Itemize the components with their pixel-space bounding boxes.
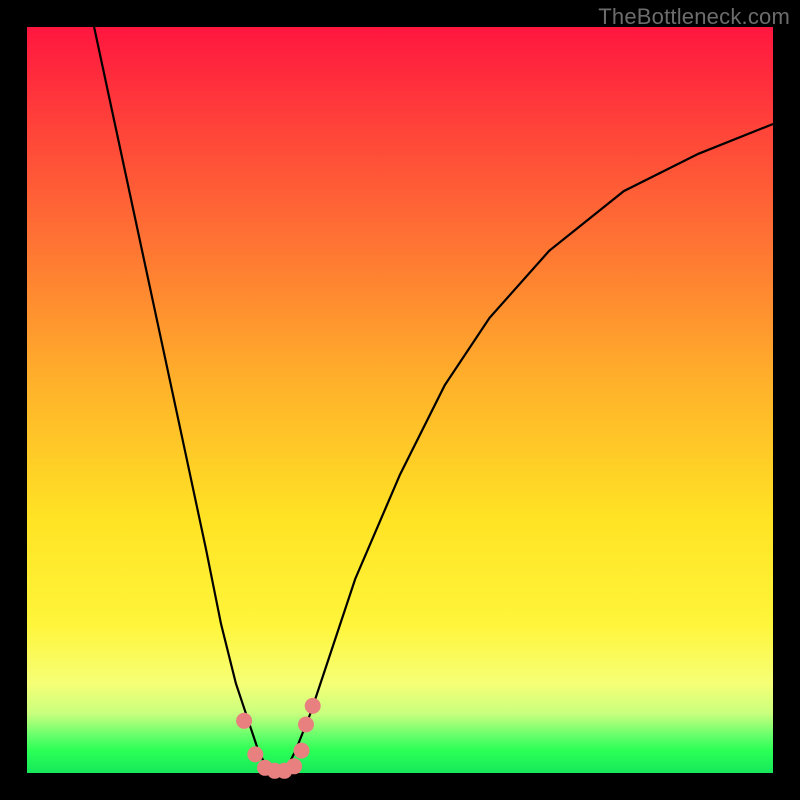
highlight-dot [305,698,321,714]
chart-outer-frame: TheBottleneck.com [0,0,800,800]
highlight-dot [286,758,302,774]
chart-plot-area [27,27,773,773]
highlight-dot [236,713,252,729]
highlight-dot [298,717,314,733]
chart-svg [27,27,773,773]
highlight-dots-group [236,698,321,779]
highlight-dot [294,743,310,759]
bottleneck-curve [94,27,773,773]
highlight-dot [247,746,263,762]
